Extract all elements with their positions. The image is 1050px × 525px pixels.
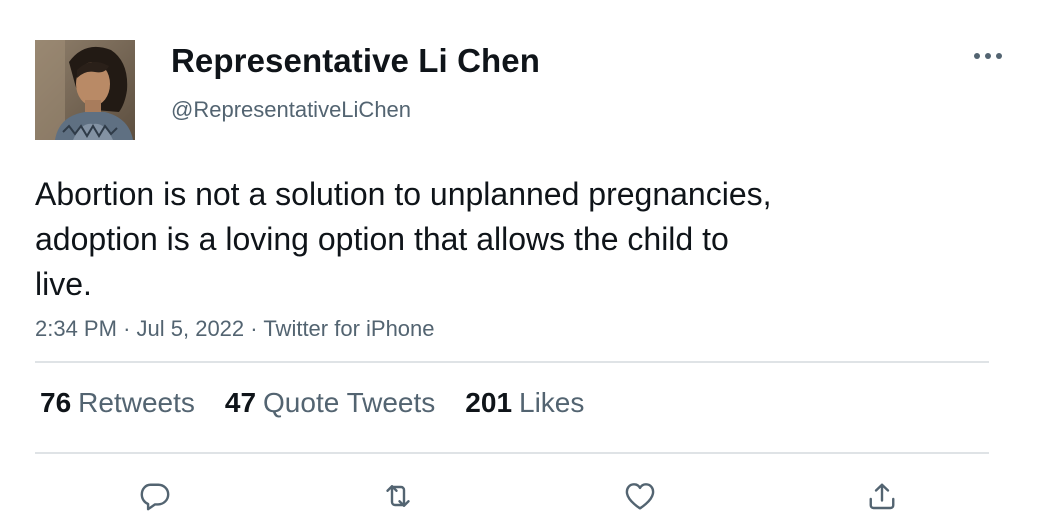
author-display-name[interactable]: Representative Li Chen <box>171 42 540 80</box>
more-horizontal-icon <box>974 53 1002 59</box>
meta-separator: · <box>123 316 131 341</box>
tweet-card: Representative Li Chen @RepresentativeLi… <box>0 0 1050 525</box>
retweets-count: 76 <box>40 387 72 418</box>
share-icon <box>869 483 895 510</box>
reply-button[interactable] <box>135 476 175 516</box>
tweet-time[interactable]: 2:34 PM <box>35 316 117 341</box>
engagement-stats: 76 Retweets 47 Quote Tweets 201 Likes <box>40 387 584 419</box>
more-options-button[interactable] <box>970 44 1006 68</box>
heart-icon <box>625 483 655 510</box>
reply-icon <box>140 483 170 511</box>
retweets-stat[interactable]: 76 Retweets <box>40 387 195 419</box>
author-handle[interactable]: @RepresentativeLiChen <box>171 97 411 123</box>
retweet-icon <box>386 485 410 507</box>
share-button[interactable] <box>862 476 902 516</box>
avatar[interactable] <box>35 40 135 140</box>
tweet-text: Abortion is not a solution to unplanned … <box>35 176 772 302</box>
tweet-source[interactable]: Twitter for iPhone <box>263 316 434 341</box>
retweets-label: Retweets <box>78 387 195 418</box>
tweet-metadata: 2:34 PM · Jul 5, 2022 · Twitter for iPho… <box>35 316 435 342</box>
tweet-date[interactable]: Jul 5, 2022 <box>137 316 245 341</box>
divider-bottom <box>35 452 989 454</box>
quote-tweets-label: Quote Tweets <box>263 387 436 418</box>
like-button[interactable] <box>620 476 660 516</box>
divider-top <box>35 361 989 363</box>
likes-label: Likes <box>519 387 585 418</box>
avatar-photo <box>35 40 135 140</box>
likes-count: 201 <box>465 387 513 418</box>
retweet-button[interactable] <box>378 476 418 516</box>
quote-tweets-count: 47 <box>224 387 257 418</box>
meta-separator: · <box>250 316 258 341</box>
quote-tweets-stat[interactable]: 47 Quote Tweets <box>225 387 435 419</box>
likes-stat[interactable]: 201 Likes <box>465 387 584 419</box>
